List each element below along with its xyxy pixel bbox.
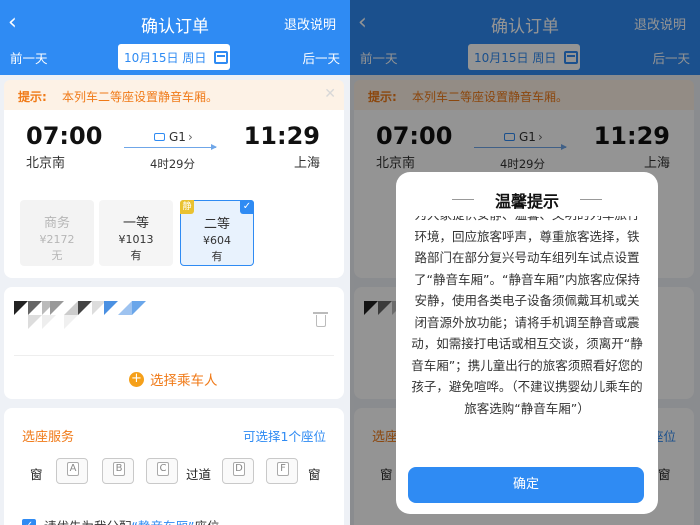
window-label: 窗	[30, 467, 43, 482]
prev-day-button[interactable]: 前一天	[10, 48, 48, 67]
chevron-right-icon: ›	[187, 130, 193, 144]
travel-duration: 4时29分	[150, 157, 195, 171]
confirm-button[interactable]: 确定	[408, 467, 644, 503]
tip-bar: 提示: 本列车二等座设置静音车厢。 ✕	[4, 80, 344, 110]
tip-text: 本列车二等座设置静音车厢。	[62, 90, 219, 104]
dialog-title: 温馨提示	[396, 188, 658, 212]
delete-icon[interactable]	[313, 312, 328, 327]
preference-prefix: 请优先为我分配	[44, 516, 132, 525]
depart-time: 07:00	[26, 122, 103, 150]
order-page: ‹ 确认订单 退改说明 前一天 10月15日 周日 后一天 提示: 本列车二等座…	[0, 0, 350, 525]
seat-d[interactable]: D	[222, 458, 254, 484]
date-picker[interactable]: 10月15日 周日	[118, 44, 230, 70]
seat-availability: 无	[51, 249, 63, 262]
train-icon	[154, 133, 165, 141]
date-text: 10月15日 周日	[124, 50, 207, 65]
seat-price: ¥2172	[39, 233, 75, 246]
seat-option-first[interactable]: 一等 ¥1013 有	[99, 200, 173, 266]
seat-availability: 有	[130, 249, 142, 262]
refund-policy-link[interactable]: 退改说明	[284, 14, 336, 33]
tip-label: 提示:	[18, 90, 47, 104]
arrive-station: 上海	[293, 156, 320, 171]
seat-price: ¥604	[203, 234, 231, 247]
seat-letter: C	[157, 462, 169, 476]
seat-c[interactable]: C	[146, 458, 178, 484]
seat-option-second[interactable]: 静 ✓ 二等 ¥604 有	[180, 200, 254, 266]
top-bar: ‹ 确认订单 退改说明 前一天 10月15日 周日 后一天	[0, 0, 350, 75]
route-arrow	[124, 144, 217, 150]
passenger-card: + 选择乘车人	[4, 287, 344, 399]
checkbox-checked-icon[interactable]: ✓	[22, 518, 36, 525]
seat-availability: 有	[211, 250, 223, 263]
divider	[14, 355, 334, 356]
depart-station: 北京南	[26, 156, 66, 171]
train-number-text: G1	[169, 130, 186, 144]
preference-suffix: 座位	[194, 516, 219, 525]
seat-name: 二等	[203, 217, 230, 232]
calendar-icon	[214, 50, 229, 64]
seat-letter: B	[113, 462, 125, 476]
dialog-text: 为大家提供安静、温馨、文明的列车旅行环境，回应旅客呼声，尊重旅客选择，铁路部门在…	[411, 216, 643, 416]
seat-f[interactable]: F	[266, 458, 298, 484]
seat-b[interactable]: B	[102, 458, 134, 484]
seat-service-hint: 可选择1个座位	[243, 429, 326, 444]
seat-letter: F	[277, 462, 289, 476]
train-number[interactable]: G1 ›	[154, 130, 193, 144]
aisle-label: 过道	[186, 467, 212, 482]
quiet-car-link[interactable]: “静音车厢”	[132, 516, 195, 525]
order-page-with-dialog: ‹ 确认订单 退改说明 前一天 10月15日 周日 后一天 提示: 本列车二等座…	[350, 0, 700, 525]
seat-letter: D	[233, 462, 245, 476]
window-label-right: 窗	[308, 467, 321, 482]
seat-selection-card: 选座服务 可选择1个座位 窗 A B C 过道 D F 窗 ✓ 请优先为我分配 …	[4, 408, 344, 525]
arrive-time: 11:29	[243, 122, 320, 150]
close-icon[interactable]: ✕	[324, 86, 336, 102]
check-icon: ✓	[240, 200, 254, 214]
seat-service-title: 选座服务	[22, 430, 75, 445]
train-card: 07:00 北京南 G1 › 4时29分 11:29 上海 商务 ¥2172 无…	[4, 110, 344, 278]
seat-a[interactable]: A	[56, 458, 88, 484]
quiet-car-badge: 静	[180, 200, 194, 214]
quiet-car-dialog: 温馨提示 为大家提供安静、温馨、文明的列车旅行环境，回应旅客呼声，尊重旅客选择，…	[396, 172, 658, 514]
plus-icon: +	[129, 371, 144, 387]
seat-name: 一等	[122, 216, 149, 231]
screenshot: ‹ 确认订单 退改说明 前一天 10月15日 周日 后一天 提示: 本列车二等座…	[0, 0, 700, 525]
select-passenger-button[interactable]: + 选择乘车人	[129, 369, 218, 389]
dialog-body[interactable]: 为大家提供安静、温馨、文明的列车旅行环境，回应旅客呼声，尊重旅客选择，铁路部门在…	[410, 216, 644, 456]
select-passenger-label: 选择乘车人	[150, 373, 218, 389]
seat-letter: A	[67, 462, 79, 476]
seat-price: ¥1013	[118, 233, 154, 246]
quiet-car-preference[interactable]: ✓ 请优先为我分配 “静音车厢” 座位	[22, 516, 219, 525]
seat-map: 窗 A B C 过道 D F 窗	[30, 456, 330, 486]
next-day-button[interactable]: 后一天	[302, 48, 340, 67]
seat-name: 商务	[43, 216, 70, 231]
redacted-passenger-info	[14, 301, 146, 329]
seat-option-business[interactable]: 商务 ¥2172 无	[20, 200, 94, 266]
